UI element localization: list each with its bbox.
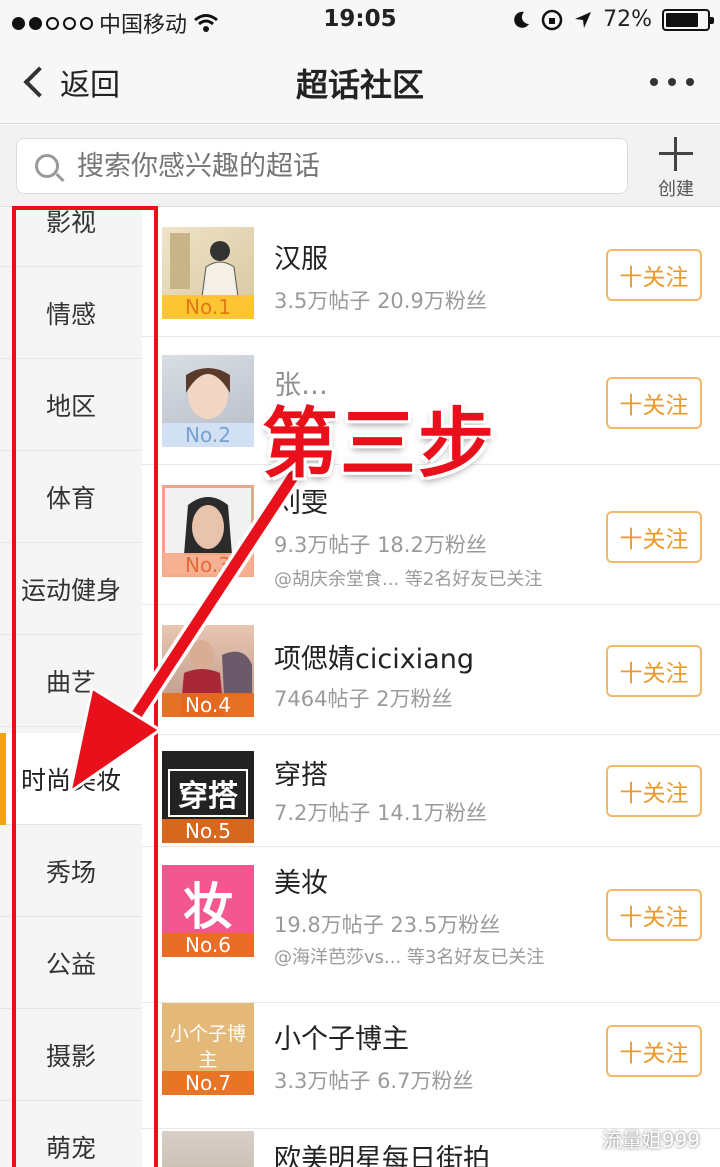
search-box[interactable] — [16, 138, 628, 194]
topic-list: No.1 汉服 3.5万帖子 20.9万粉丝 十关注 No.2 张… 十关注 N… — [142, 207, 720, 1167]
topic-stats: 19.8万帖子 23.5万粉丝 — [274, 913, 501, 937]
follow-button[interactable]: 十关注 — [606, 1025, 702, 1077]
moon-icon — [514, 11, 530, 28]
topic-name: 项偲婧cicixiang — [274, 644, 474, 675]
follow-button[interactable]: 十关注 — [606, 511, 702, 563]
list-item[interactable]: No.1 汉服 3.5万帖子 20.9万粉丝 十关注 — [142, 207, 720, 337]
topic-stats: 9.3万帖子 18.2万粉丝 — [274, 533, 487, 557]
rank-badge: No.4 — [162, 693, 254, 717]
plus-icon — [659, 137, 693, 171]
search-input[interactable] — [77, 150, 597, 182]
list-item[interactable]: 穿搭 No.5 穿搭 7.2万帖子 14.1万粉丝 十关注 — [142, 735, 720, 847]
location-icon — [575, 11, 592, 28]
list-item[interactable]: 妆 No.6 美妆 19.8万帖子 23.5万粉丝 @海洋芭莎vs... 等3名… — [142, 847, 720, 1003]
sidebar-highlight-box — [12, 206, 158, 1167]
rank-badge: No.7 — [162, 1071, 254, 1095]
topic-thumbnail: No.2 — [162, 355, 254, 447]
topic-name: 穿搭 — [274, 760, 328, 791]
topic-name: 汉服 — [274, 244, 328, 275]
topic-thumbnail: No.4 — [162, 625, 254, 717]
thumbnail-text: 妆 — [183, 878, 233, 936]
search-row: 创建 — [0, 125, 720, 207]
topic-name: 小个子博主 — [274, 1024, 409, 1055]
follow-button[interactable]: 十关注 — [606, 889, 702, 941]
rank-badge: No.1 — [162, 295, 254, 319]
page-title: 超话社区 — [295, 66, 424, 104]
topic-thumbnail: No.3 — [162, 485, 254, 577]
step-label: 第三步 — [262, 399, 496, 488]
status-bar: 中国移动 19:05 72% — [0, 0, 720, 40]
topic-name: 欧美明星每日街拍 — [274, 1144, 490, 1167]
topic-thumbnail — [162, 1131, 254, 1167]
friends-following: @海洋芭莎vs... 等3名好友已关注 — [274, 947, 545, 968]
friends-following: @胡庆余堂食... 等2名好友已关注 — [274, 569, 543, 590]
active-category-indicator — [0, 733, 6, 825]
battery-percent: 72% — [603, 7, 652, 32]
create-label: 创建 — [658, 179, 694, 200]
topic-thumbnail: No.1 — [162, 227, 254, 319]
topic-stats: 7464帖子 2万粉丝 — [274, 687, 453, 711]
navigation-bar: 返回 超话社区 — [0, 40, 720, 124]
rank-badge: No.3 — [162, 553, 254, 577]
follow-button[interactable]: 十关注 — [606, 377, 702, 429]
topic-stats: 3.3万帖子 6.7万粉丝 — [274, 1069, 474, 1093]
more-options-icon[interactable] — [650, 78, 694, 86]
rotation-lock-icon — [541, 9, 563, 30]
rank-badge: No.5 — [162, 819, 254, 843]
rank-badge: No.2 — [162, 423, 254, 447]
topic-thumbnail: 小个子博主 No.7 — [162, 1003, 254, 1095]
follow-button[interactable]: 十关注 — [606, 645, 702, 697]
topic-thumbnail: 妆 No.6 — [162, 865, 254, 957]
search-icon — [35, 154, 59, 178]
follow-button[interactable]: 十关注 — [606, 249, 702, 301]
create-button[interactable]: 创建 — [646, 133, 706, 201]
watermark-text: 流量姐999 — [601, 1128, 700, 1152]
battery-icon — [662, 8, 714, 31]
wechat-icon — [567, 1128, 594, 1149]
topic-name: 美妆 — [274, 868, 328, 899]
list-item[interactable]: No.4 项偲婧cicixiang 7464帖子 2万粉丝 十关注 — [142, 605, 720, 735]
status-right: 72% — [511, 7, 714, 32]
thumbnail-text: 小个子博主 — [170, 1023, 247, 1071]
thumbnail-text: 穿搭 — [168, 769, 248, 817]
follow-button[interactable]: 十关注 — [606, 765, 702, 817]
topic-stats: 7.2万帖子 14.1万粉丝 — [274, 801, 487, 825]
list-item[interactable]: 小个子博主 No.7 小个子博主 3.3万帖子 6.7万粉丝 十关注 — [142, 1003, 720, 1129]
topic-stats: 3.5万帖子 20.9万粉丝 — [274, 289, 487, 313]
topic-thumbnail: 穿搭 No.5 — [162, 751, 254, 843]
watermark: 流量姐999 — [567, 1124, 700, 1153]
rank-badge: No.6 — [162, 933, 254, 957]
